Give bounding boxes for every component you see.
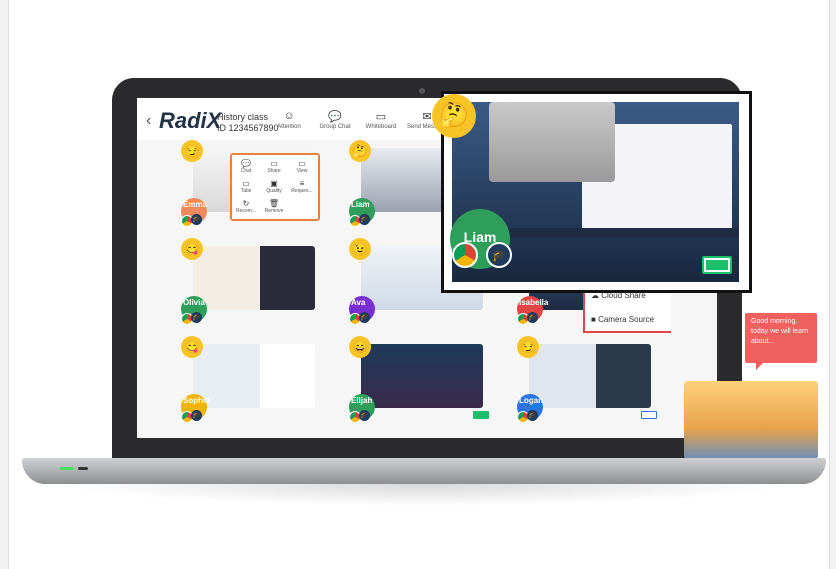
graduation-cap-icon: 🎓 xyxy=(527,410,538,421)
screen-thumbnail xyxy=(361,344,483,408)
camera-source-option[interactable]: ■ Camera Source xyxy=(591,315,654,324)
teacher-message-bubble: Good morning, today we will learn about.… xyxy=(745,313,817,363)
app-logo: RadiX xyxy=(159,108,222,133)
battery-icon xyxy=(702,256,732,274)
battery-icon xyxy=(473,411,489,419)
menu-item-share[interactable]: ▭ Share xyxy=(260,159,288,174)
screen-thumbnail xyxy=(193,246,315,310)
student-name: Ava xyxy=(351,298,366,307)
emoji-icon: 🤔 xyxy=(349,140,371,162)
attention-button[interactable]: ☺ Attention xyxy=(267,110,311,130)
attention-icon: ☺ xyxy=(283,110,295,122)
attention-label: Attention xyxy=(277,124,301,130)
request-icon: ≡ xyxy=(299,179,305,188)
laptop-base xyxy=(22,458,826,484)
power-led xyxy=(60,467,74,470)
student-tile-elijah[interactable]: 😄 Elijah 🎓 xyxy=(349,336,489,423)
thinking-emoji-icon: 🤔 xyxy=(432,94,476,138)
battery-icon xyxy=(641,411,657,419)
webcam xyxy=(419,88,425,94)
trash-icon: 🗑 xyxy=(268,199,280,208)
student-context-menu: 💬 Chat ▭ Share ▭ View ▭ Tabs ▣ Quality ≡ Reque… xyxy=(230,153,320,221)
whiteboard-button[interactable]: ▭ Whiteboard xyxy=(359,110,403,130)
menu-item-tabs[interactable]: ▭ Tabs xyxy=(232,179,260,194)
back-icon[interactable]: ‹ xyxy=(146,112,151,130)
student-tile-logan[interactable]: 😏 Logan 🎓 xyxy=(517,336,657,423)
graduation-cap-icon: 🎓 xyxy=(191,312,202,323)
menu-item-quality[interactable]: ▣ Quality xyxy=(260,179,288,194)
screen-thumbnail xyxy=(193,344,315,408)
student-name: Olivia xyxy=(183,298,205,307)
webcam-face xyxy=(489,102,615,182)
emoji-icon: 😋 xyxy=(181,336,203,358)
student-tile-sophia[interactable]: 😋 Sophia 🎓 xyxy=(181,336,367,423)
refresh-icon: ↻ xyxy=(242,199,250,208)
group-chat-label: Group Chat xyxy=(319,124,351,130)
whiteboard-label: Whiteboard xyxy=(365,124,397,130)
graduation-cap-icon: 🎓 xyxy=(191,410,202,421)
student-tile-olivia[interactable]: 😋 Olivia 🎓 xyxy=(181,238,367,325)
chrome-icon xyxy=(452,242,478,268)
student-name: Elijah xyxy=(351,396,373,405)
student-name: Logan xyxy=(519,396,543,405)
quality-icon: ▣ xyxy=(270,179,278,188)
emoji-icon: 😋 xyxy=(181,238,203,260)
whiteboard-icon: ▭ xyxy=(375,111,387,123)
laptop-shadow xyxy=(60,484,788,506)
graduation-cap-icon: 🎓 xyxy=(359,214,370,225)
teacher-webcam xyxy=(684,381,818,459)
emoji-icon: 😏 xyxy=(181,140,203,162)
student-name: Isabella xyxy=(519,298,549,307)
graduation-cap-icon: 🎓 xyxy=(359,312,370,323)
camera-icon: ■ xyxy=(591,315,596,324)
student-name: Emma xyxy=(183,200,208,209)
group-chat-button[interactable]: 💬 Group Chat xyxy=(313,110,357,130)
student-name: Liam xyxy=(351,200,370,209)
status-led xyxy=(78,467,88,470)
menu-item-view[interactable]: ▭ View xyxy=(288,159,316,174)
menu-item-recommend[interactable]: ↻ Recom... xyxy=(232,199,260,214)
view-icon: ▭ xyxy=(298,159,306,168)
chat-icon: 💬 xyxy=(241,159,251,168)
menu-item-chat[interactable]: 💬 Chat xyxy=(232,159,260,174)
menu-item-remove[interactable]: 🗑 Remove xyxy=(260,199,288,214)
tabs-icon: ▭ xyxy=(242,179,250,188)
zoomed-student-card[interactable]: 🤔 Liam 🎓 xyxy=(432,91,752,293)
emoji-icon: 😏 xyxy=(517,336,539,358)
share-icon: ▭ xyxy=(270,159,278,168)
emoji-icon: 😄 xyxy=(349,336,371,358)
graduation-cap-icon: 🎓 xyxy=(527,312,538,323)
bubble-tail xyxy=(756,362,764,370)
menu-item-request[interactable]: ≡ Reques... xyxy=(288,179,316,194)
graduation-cap-icon: 🎓 xyxy=(191,214,202,225)
graduation-cap-icon: 🎓 xyxy=(486,242,512,268)
chat-icon: 💬 xyxy=(328,111,342,123)
student-name: Sophia xyxy=(183,396,210,405)
emoji-icon: 😉 xyxy=(349,238,371,260)
graduation-cap-icon: 🎓 xyxy=(359,410,370,421)
screen-thumbnail xyxy=(529,344,651,408)
